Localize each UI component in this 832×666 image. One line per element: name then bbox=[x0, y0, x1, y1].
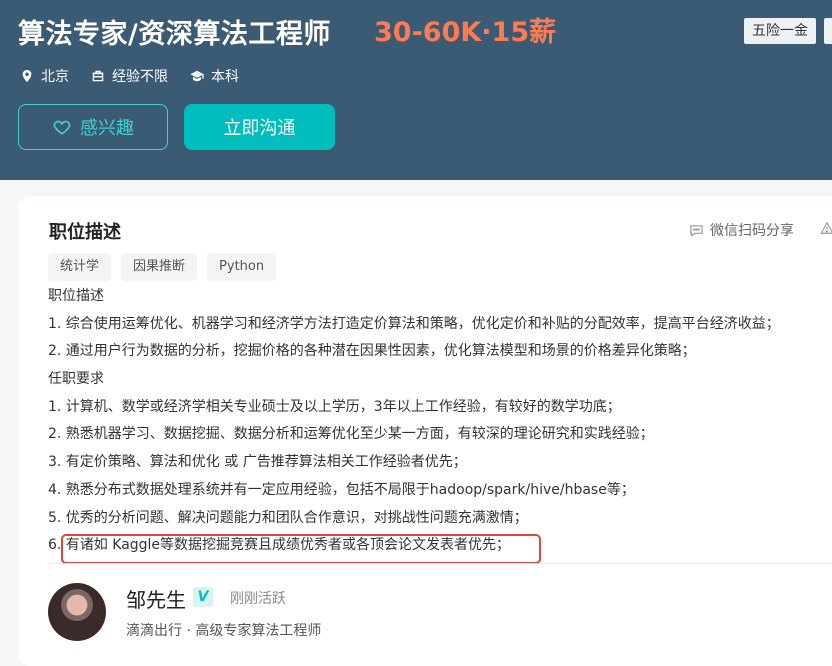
skill-tag[interactable]: Python bbox=[207, 253, 277, 281]
interest-button-label: 感兴趣 bbox=[80, 118, 134, 139]
chat-now-button[interactable]: 立即沟通 bbox=[184, 104, 335, 150]
salary-label: 30-60K·15薪 bbox=[374, 17, 557, 48]
highlight-annotation-box bbox=[61, 534, 541, 564]
verified-badge-icon: V bbox=[193, 587, 213, 607]
location-label: 北京 bbox=[41, 69, 69, 85]
education-label: 本科 bbox=[211, 69, 239, 85]
chat-bubble-icon bbox=[690, 224, 703, 237]
description-line: 4. 熟悉分布式数据处理系统并有一定应用经验，包括不局限于hadoop/spar… bbox=[48, 481, 635, 498]
skill-tag[interactable]: 统计学 bbox=[48, 253, 112, 281]
briefcase-icon bbox=[92, 70, 104, 82]
location-pin-icon bbox=[22, 69, 32, 83]
description-line: 2. 熟悉机器学习、数据挖掘、数据分析和运筹优化至少某一方面，有较深的理论研究和… bbox=[48, 426, 654, 443]
job-title: 算法专家/资深算法工程师 bbox=[18, 19, 331, 50]
skill-tags: 统计学 因果推断 Python bbox=[48, 253, 277, 281]
active-status: 刚刚活跃 bbox=[230, 591, 286, 607]
description-line: 任职要求 bbox=[48, 371, 104, 388]
recruiter-company-title: 滴滴出行 · 高级专家算法工程师 bbox=[126, 623, 322, 639]
avatar[interactable] bbox=[48, 583, 106, 641]
job-header: 算法专家/资深算法工程师 30-60K·15薪 五险一金 北京 经验不限 本科 … bbox=[0, 0, 832, 180]
welfare-tag: 五险一金 bbox=[744, 18, 816, 44]
job-meta: 北京 经验不限 本科 bbox=[20, 66, 239, 86]
heart-outline-icon bbox=[53, 120, 71, 135]
wechat-share-link[interactable]: 微信扫码分享 bbox=[689, 220, 794, 240]
share-label: 微信扫码分享 bbox=[710, 223, 794, 239]
description-line: 5. 优秀的分析问题、解决问题能力和团队合作意识，对挑战性问题充满激情； bbox=[48, 509, 528, 526]
education-item: 本科 bbox=[190, 66, 239, 86]
graduation-cap-icon bbox=[190, 70, 204, 82]
skill-tag[interactable]: 因果推断 bbox=[121, 253, 198, 281]
warning-triangle-icon[interactable] bbox=[820, 221, 832, 235]
description-line: 1. 计算机、数学或经济学相关专业硕士及以上学历，3年以上工作经验，有较好的数学… bbox=[48, 398, 621, 415]
interest-button[interactable]: 感兴趣 bbox=[18, 104, 168, 150]
description-line: 3. 有定价策略、算法和优化 或 广告推荐算法相关工作经验者优先； bbox=[48, 454, 467, 471]
description-line: 2. 通过用户行为数据的分析，挖掘价格的各种潜在因果性因素，优化算法模型和场景的… bbox=[48, 343, 696, 360]
experience-item: 经验不限 bbox=[91, 66, 168, 86]
job-description: 职位描述 1. 综合使用运筹优化、机器学习和经济学方法打造定价算法和策略，优化定… bbox=[48, 283, 832, 560]
section-title: 职位描述 bbox=[49, 222, 121, 243]
divider bbox=[48, 563, 832, 564]
description-line: 1. 综合使用运筹优化、机器学习和经济学方法打造定价算法和策略，优化定价和补贴的… bbox=[48, 315, 780, 332]
experience-label: 经验不限 bbox=[112, 69, 168, 85]
welfare-tag-overflow bbox=[824, 18, 832, 44]
recruiter-name[interactable]: 邹先生 bbox=[126, 584, 186, 613]
location-item: 北京 bbox=[20, 66, 69, 86]
description-line: 职位描述 bbox=[48, 288, 104, 304]
